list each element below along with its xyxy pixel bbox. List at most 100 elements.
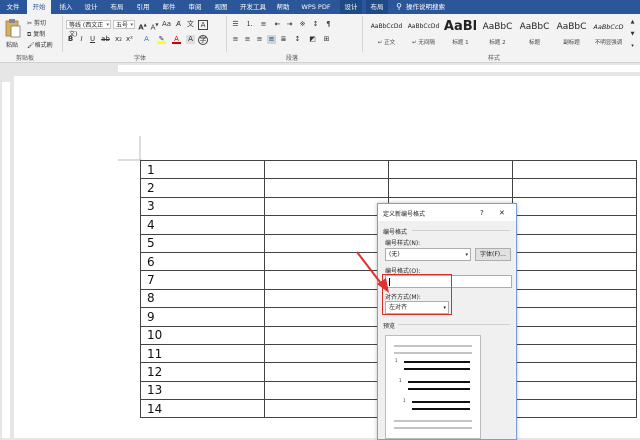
table-cell[interactable] [512,178,637,198]
style-subtle-emphasis[interactable]: AaBbCcD 不明显强调 [590,16,627,52]
table-cell-number[interactable]: 9 [140,307,265,327]
table-cell-number[interactable]: 2 [140,178,265,198]
number-style-select[interactable]: (无) ▾ [385,248,471,261]
borders-icon[interactable]: ⊞ [322,35,331,44]
bullets-icon[interactable]: ☰ [231,20,240,29]
tab-references[interactable]: 引用 [132,0,154,14]
copy-button[interactable]: ⧉ 复制 [27,29,45,39]
table-cell[interactable] [264,362,389,382]
table-cell[interactable] [264,178,389,198]
font-name-combo[interactable]: 等线 (西文正文) ▾ [66,20,111,38]
char-shading-icon[interactable]: A [186,35,195,44]
table-cell[interactable] [512,215,637,235]
table-cell-number[interactable]: 7 [140,270,265,290]
font-size-combo[interactable]: 五号 ▾ [113,20,135,29]
table-cell[interactable] [512,399,637,419]
table-cell[interactable] [388,178,513,198]
show-marks-icon[interactable]: ¶ [324,20,333,29]
enclose-char-icon[interactable]: 字 [198,35,208,45]
table-cell-number[interactable]: 8 [140,288,265,309]
vertical-ruler[interactable] [0,74,12,438]
superscript-icon[interactable]: x² [125,35,134,44]
shrink-font-icon[interactable]: A▼ [150,20,159,31]
table-cell[interactable] [264,307,389,327]
tab-table-design[interactable]: 设计 [340,0,362,14]
table-cell[interactable] [264,196,389,217]
table-cell[interactable] [512,307,637,327]
strikethrough-icon[interactable]: ab [101,35,110,44]
change-case-icon[interactable]: Aa [162,20,171,29]
table-cell[interactable] [512,233,637,253]
table-cell[interactable] [512,196,637,217]
table-cell-number[interactable]: 3 [140,196,265,217]
font-button[interactable]: 字体(F)... [475,248,511,261]
tell-me-search[interactable]: 操作说明搜索 [406,0,456,14]
tab-file[interactable]: 文件 [2,0,24,14]
shading-icon[interactable]: ◩ [308,35,317,44]
horizontal-ruler[interactable] [0,63,640,74]
style-title[interactable]: AaBbC 标题 [516,16,553,52]
table-cell-number[interactable]: 5 [140,233,265,253]
style-heading-1[interactable]: AaBl 标题 1 [442,16,479,52]
highlight-icon[interactable]: ✎ [157,35,166,44]
styles-more-icon[interactable]: ▾ [628,42,637,51]
numbering-icon[interactable]: ⒈ [245,20,254,29]
table-cell-number[interactable]: 12 [140,362,265,382]
table-cell[interactable] [512,380,637,401]
tab-insert[interactable]: 插入 [55,0,77,14]
subscript-icon[interactable]: x₂ [114,35,123,44]
table-cell[interactable] [264,159,389,180]
help-button[interactable]: ? [480,209,484,217]
align-right-icon[interactable]: ≡ [255,35,264,44]
style-heading-2[interactable]: AaBbC 标题 2 [479,16,516,52]
styles-scroll-down-icon[interactable]: ▼ [628,30,637,39]
chinese-layout-icon[interactable]: ※ [298,20,307,29]
underline-icon[interactable]: U [88,35,97,44]
table-cell[interactable] [512,270,637,290]
tab-review[interactable]: 审阅 [184,0,206,14]
table-cell[interactable] [512,288,637,309]
table-cell[interactable] [512,159,637,180]
decrease-indent-icon[interactable]: ⇤ [273,20,282,29]
text-effects-icon[interactable]: A [142,35,151,44]
table-cell[interactable] [264,380,389,401]
tab-design[interactable]: 设计 [80,0,102,14]
bold-icon[interactable]: B [66,35,75,44]
grow-font-icon[interactable]: A▲ [138,20,147,31]
style-no-spacing[interactable]: AaBbCcDd ↵ 无间隔 [405,16,442,52]
distribute-icon[interactable]: ≣ [279,35,288,44]
styles-scroll-up-icon[interactable]: ▲ [628,18,637,27]
line-spacing-icon[interactable]: ↕ [293,35,302,44]
table-cell[interactable] [264,343,389,364]
justify-icon[interactable]: ≡ [267,35,276,44]
paste-button[interactable]: 粘贴 [3,18,23,52]
style-normal[interactable]: AaBbCcDd ↵ 正文 [368,16,405,52]
tab-table-layout[interactable]: 布局 [366,0,388,14]
table-cell[interactable] [512,362,637,382]
style-subtitle[interactable]: AaBbC 副标题 [553,16,590,52]
tab-wps-pdf[interactable]: WPS PDF [298,0,334,14]
tab-layout[interactable]: 布局 [106,0,128,14]
table-cell[interactable] [264,215,389,235]
table-cell-number[interactable]: 14 [140,399,265,419]
table-cell-number[interactable]: 10 [140,325,265,345]
align-center-icon[interactable]: ≡ [243,35,252,44]
tab-mailings[interactable]: 邮件 [158,0,180,14]
tab-home[interactable]: 开始 [27,0,51,14]
table-cell[interactable] [512,251,637,272]
table-cell-number[interactable]: 6 [140,251,265,272]
close-button[interactable]: ✕ [499,209,505,217]
tab-view[interactable]: 视图 [210,0,232,14]
table-cell-number[interactable]: 1 [140,159,265,180]
italic-icon[interactable]: I [77,35,86,44]
multilevel-list-icon[interactable]: ≡ [259,20,268,29]
table-cell[interactable] [388,159,513,180]
table-cell[interactable] [264,325,389,345]
table-cell-number[interactable]: 4 [140,215,265,235]
increase-indent-icon[interactable]: ⇥ [285,20,294,29]
tab-help[interactable]: 帮助 [272,0,294,14]
phonetic-guide-icon[interactable]: 文 [186,20,195,29]
sort-icon[interactable]: ↕ [311,20,320,29]
table-cell-number[interactable]: 11 [140,343,265,364]
font-color-icon[interactable]: A [172,35,181,44]
